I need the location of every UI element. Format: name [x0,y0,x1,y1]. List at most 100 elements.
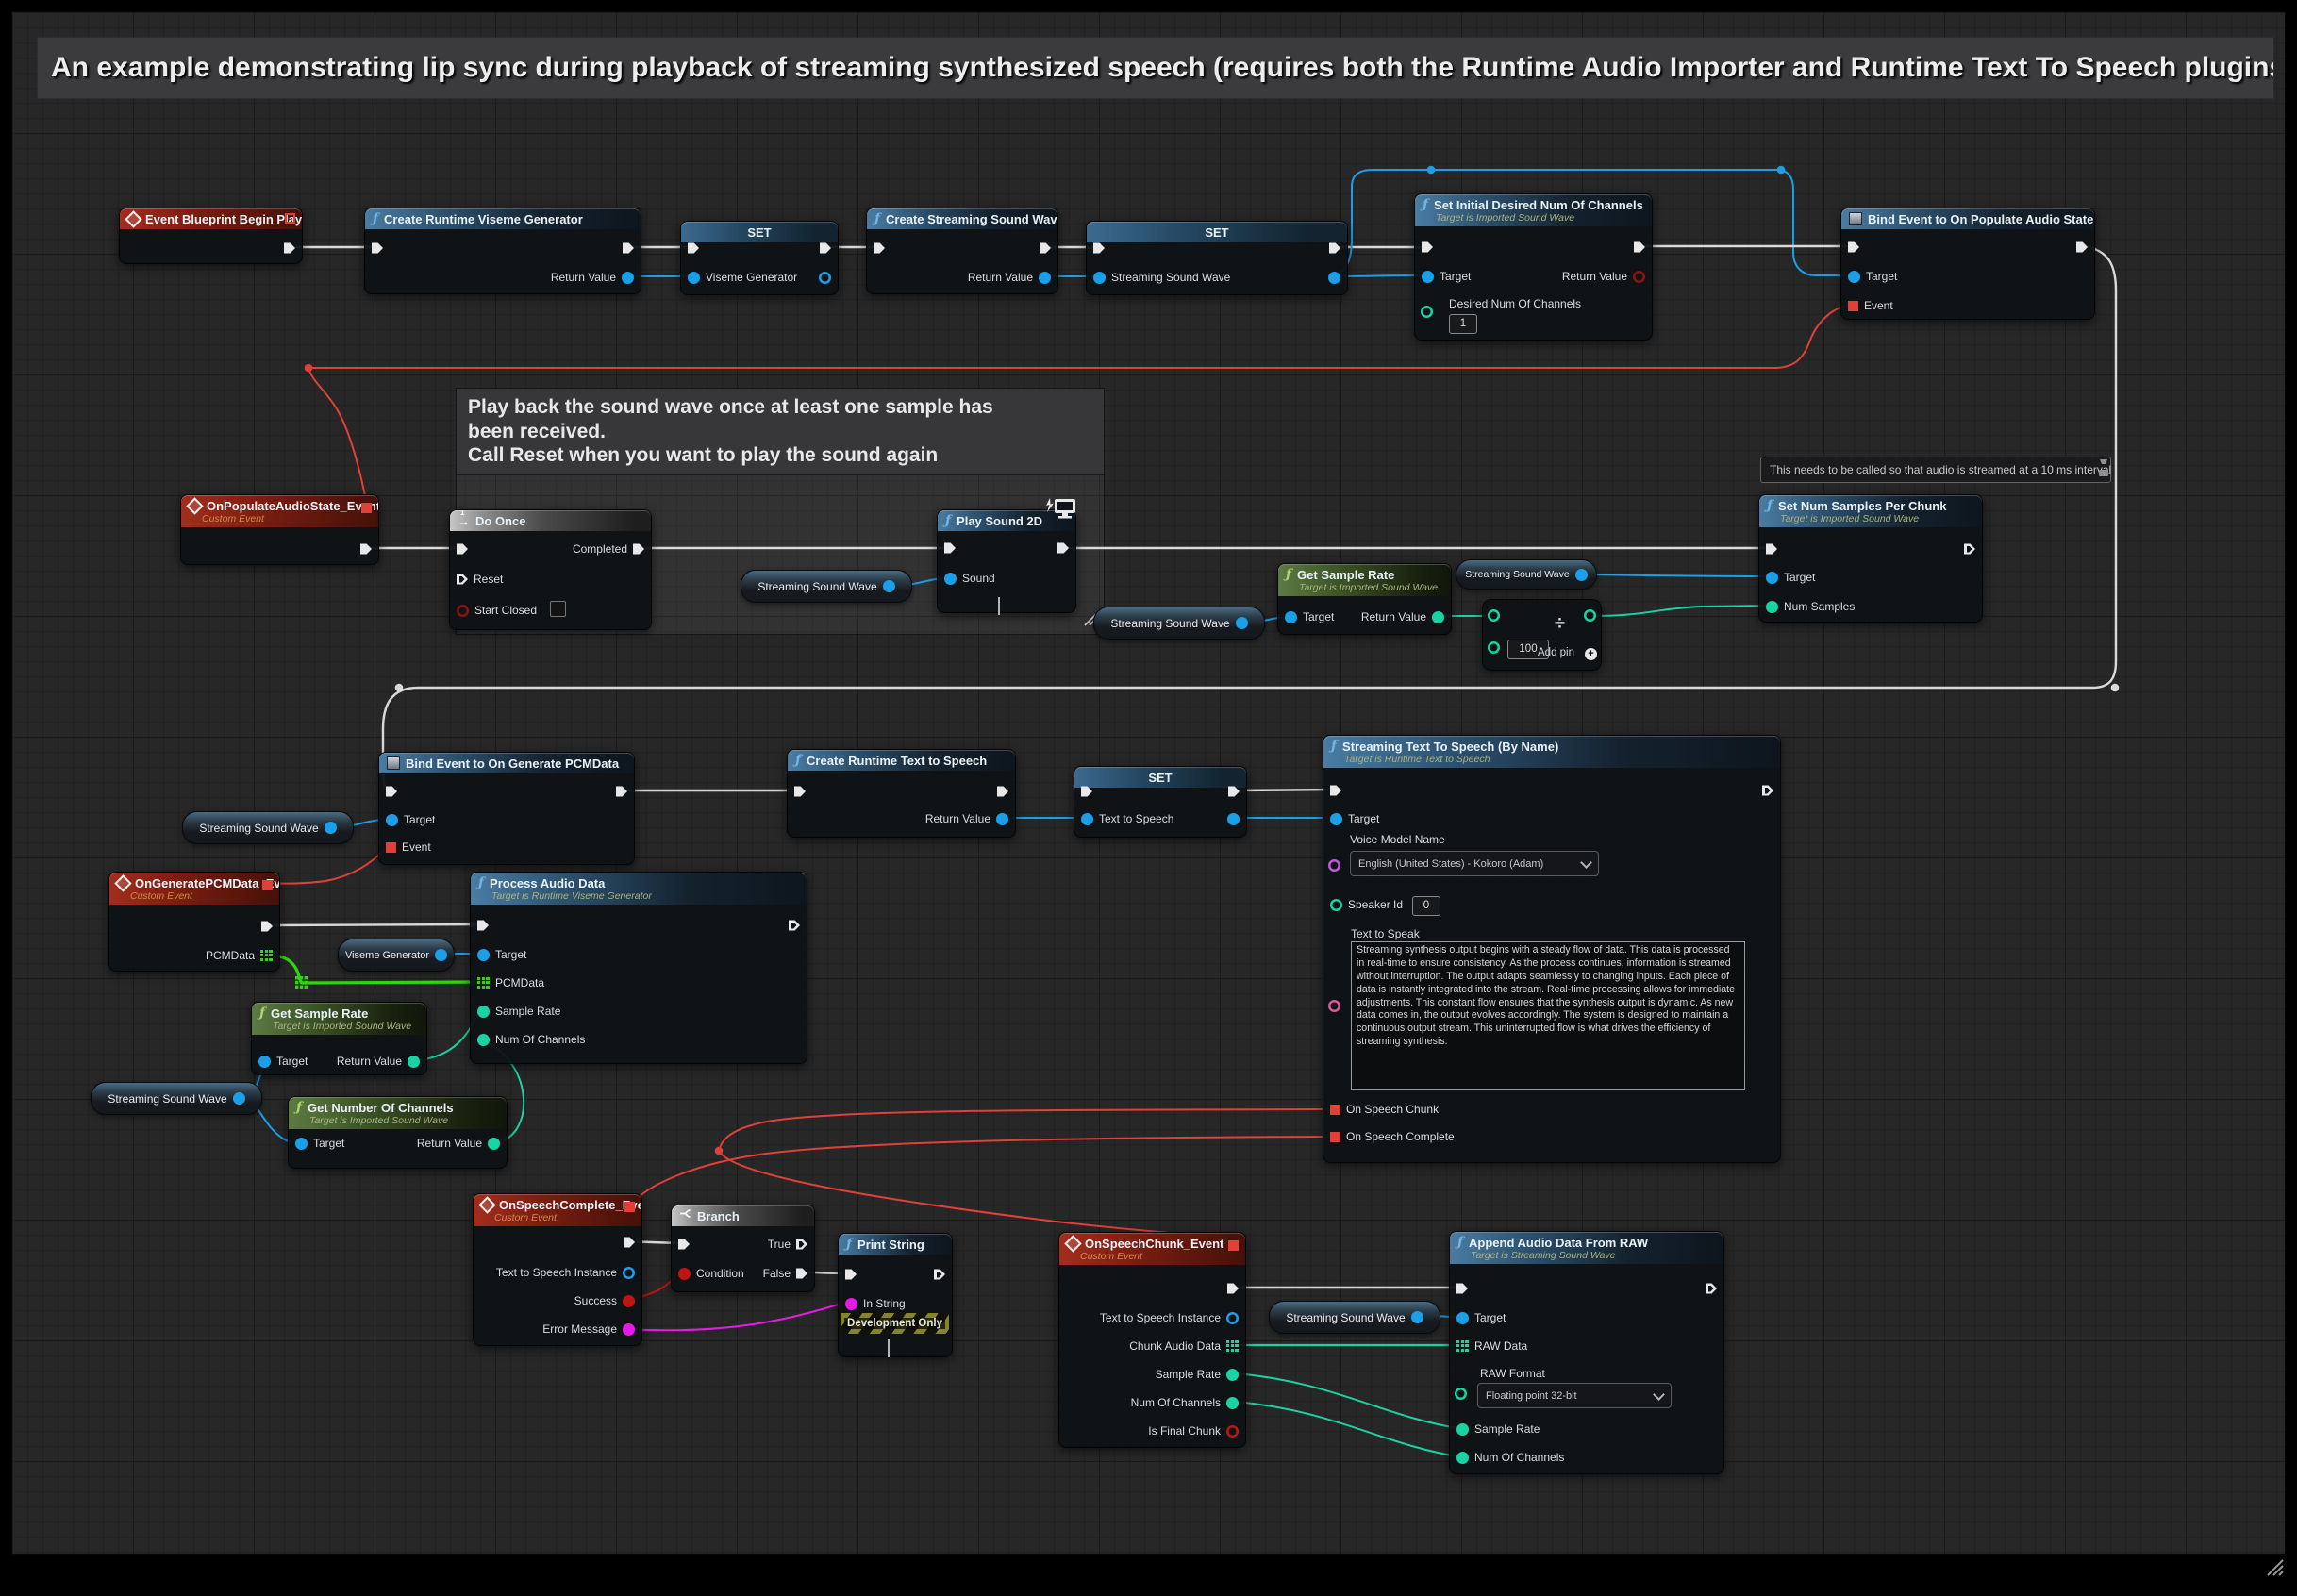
viseme-generator-out-pin[interactable] [819,272,831,284]
blueprint-graph-canvas[interactable]: An example demonstrating lip sync during… [11,11,2286,1555]
set-num-samples-per-chunk[interactable]: ƒSet Num Samples Per ChunkTarget is Impo… [1758,494,1983,623]
return-value-pin[interactable] [996,813,1008,825]
exec-out-pin[interactable] [1762,785,1773,797]
delegate-pin[interactable] [262,880,273,890]
exec-out-pin[interactable] [820,242,831,255]
return-value-pin[interactable] [408,1056,420,1068]
exec-out-pin[interactable] [624,1237,635,1249]
exec-out-pin[interactable] [2076,241,2088,254]
exec-in-pin[interactable] [477,920,489,932]
exec-out-pin[interactable] [261,921,273,933]
chunk-audio-data-pin[interactable] [1226,1340,1239,1353]
exec-in-pin[interactable] [457,543,468,556]
return-value-pin[interactable] [622,272,634,284]
exec-in-pin[interactable] [874,242,885,255]
exec-in-pin[interactable] [1330,785,1341,797]
reroute-grid-node[interactable] [300,976,303,979]
target-pin[interactable] [258,1056,271,1068]
exec-out-pin[interactable] [789,920,800,932]
reroute-grid-node[interactable] [295,976,298,979]
on-speech-complete-pin[interactable] [1330,1132,1340,1142]
variable-out-pin[interactable] [233,1092,245,1105]
exec-in-pin[interactable] [845,1269,857,1281]
set-streaming-sound-wave[interactable]: SETStreaming Sound Wave [1086,221,1348,295]
target-pin[interactable] [1848,271,1860,283]
value-input[interactable]: 0 [1412,896,1440,916]
process-audio-data[interactable]: ƒProcess Audio DataTarget is Runtime Vis… [470,872,807,1064]
exec-in-pin[interactable] [1848,241,1859,254]
success-pin[interactable] [623,1295,635,1307]
target-pin[interactable] [1330,813,1342,825]
raw-format-pin[interactable] [1455,1388,1467,1400]
sample-rate-pin[interactable] [1456,1423,1469,1436]
onspeechchunk-event[interactable]: OnSpeechChunk_EventCustom EventText to S… [1058,1232,1246,1448]
exec-in-pin[interactable] [688,242,699,255]
event-blueprint-begin-play[interactable]: Event Blueprint Begin Play [119,208,303,264]
play-sound-2d[interactable]: ƒPlay Sound 2DSound [937,509,1076,613]
variable-out-pin[interactable] [435,949,447,961]
set-viseme-generator[interactable]: SETViseme Generator [680,221,839,295]
get-sample-rate-2[interactable]: ƒGet Sample RateTarget is Imported Sound… [251,1002,427,1075]
reroute-node[interactable] [305,364,313,373]
false-pin[interactable] [796,1268,807,1280]
set-initial-desired-num-of-channels[interactable]: ƒSet Initial Desired Num Of ChannelsTarg… [1414,193,1653,341]
text-to-speech-in-pin[interactable] [1081,813,1093,825]
divisor-pin[interactable] [1488,641,1500,654]
bind-event-to-on-generate-pcmdata[interactable]: Bind Event to On Generate PCMDataTargetE… [378,752,635,865]
pill-streaming-sound-wave-5[interactable]: Streaming Sound Wave [91,1082,262,1115]
return-value-pin[interactable] [1432,611,1444,623]
text-to-speech-out-pin[interactable] [1227,813,1240,825]
text-to-speak-input[interactable]: Streaming synthesis output begins with a… [1351,941,1745,1090]
pcmdata-pin[interactable] [260,950,273,962]
is-final-chunk-pin[interactable] [1226,1425,1239,1438]
pill-streaming-sound-wave-1[interactable]: Streaming Sound Wave [741,570,912,603]
exec-out-pin[interactable] [284,242,295,255]
create-runtime-viseme-generator[interactable]: ƒCreate Runtime Viseme GeneratorReturn V… [364,208,641,294]
exec-out-pin[interactable] [1634,241,1645,254]
text-to-speak-pin[interactable] [1328,1000,1340,1012]
onspeechcomplete-event[interactable]: OnSpeechComplete_EventCustom EventText t… [473,1193,642,1346]
return-value-pin[interactable] [488,1138,500,1150]
exec-out-pin[interactable] [360,543,372,556]
expand-chevron-icon[interactable] [888,1339,890,1356]
reroute-grid-node[interactable] [300,981,303,984]
target-pin[interactable] [477,949,490,961]
reroute-grid-node[interactable] [305,981,308,984]
target-pin[interactable] [1456,1312,1469,1324]
exec-out-pin[interactable] [1227,1283,1239,1295]
viseme-generator-in-pin[interactable] [688,272,700,284]
variable-out-pin[interactable] [1575,569,1588,581]
note-bubble[interactable]: This needs to be called so that audio is… [1760,457,2111,483]
exec-in-pin[interactable] [944,542,956,555]
pcmdata-pin[interactable] [477,977,490,989]
expand-chevron-icon[interactable] [998,597,1000,614]
start-closed-checkbox[interactable] [550,601,566,617]
add-pin-icon[interactable]: + [1585,648,1597,660]
pill-viseme-generator[interactable]: Viseme Generator [338,939,455,972]
exec-out-pin[interactable] [1040,242,1051,255]
num-of-channels-pin[interactable] [1226,1397,1239,1409]
on-speech-chunk-pin[interactable] [1330,1105,1340,1115]
num-of-channels-pin[interactable] [477,1034,490,1046]
delegate-pin[interactable] [285,213,295,224]
pill-streaming-sound-wave-4[interactable]: Streaming Sound Wave [182,811,354,844]
exec-in-pin[interactable] [1766,543,1777,556]
reset-pin[interactable] [457,574,468,586]
ongeneratepcmdata-event[interactable]: OnGeneratePCMData_EventCustom EventPCMDa… [108,872,280,972]
get-sample-rate-1[interactable]: ƒGet Sample RateTarget is Imported Sound… [1277,563,1452,635]
reroute-node[interactable] [2111,684,2120,692]
raw-data-pin[interactable] [1456,1340,1469,1353]
exec-in-pin[interactable] [1093,242,1105,255]
variable-out-pin[interactable] [1236,617,1248,629]
num-samples-pin[interactable] [1766,601,1778,613]
exec-in-pin[interactable] [678,1239,690,1251]
onpopulateaudiostate-event[interactable]: OnPopulateAudioState_EventCustom Event [180,494,379,565]
desired-num-of-channels-pin[interactable] [1421,306,1433,318]
reroute-grid-node[interactable] [305,976,308,979]
return-value-pin[interactable] [1633,271,1645,283]
streaming-sound-wave-in-pin[interactable] [1093,272,1106,284]
pill-streaming-sound-wave-3[interactable]: Streaming Sound Wave [1456,559,1597,590]
completed-pin[interactable] [633,543,644,556]
variable-out-pin[interactable] [1411,1311,1423,1323]
branch[interactable]: BranchTrueConditionFalse [671,1205,815,1292]
